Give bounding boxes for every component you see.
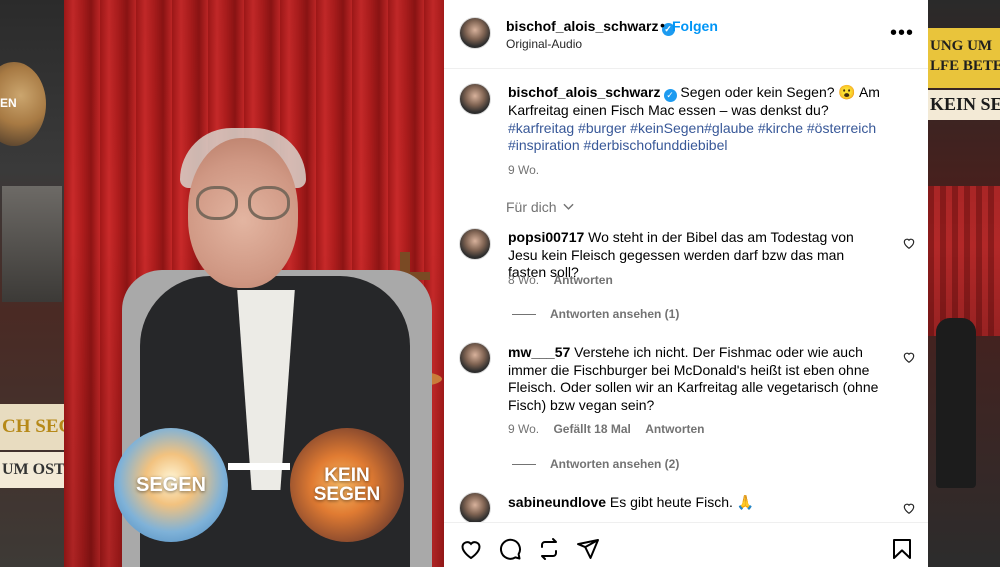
comment-username[interactable]: sabineundlove [508,494,606,510]
background-sticker-text: EN [0,96,17,110]
background-curtain [928,186,1000,336]
view-replies-button[interactable]: Antworten ansehen (1) [512,307,679,321]
verified-badge-icon: ✓ [663,89,677,102]
post-header: bischof_alois_schwarz ✓ • Folgen Original… [444,0,928,69]
comment-like-icon[interactable] [902,350,916,364]
send-icon[interactable] [576,537,600,561]
follow-button[interactable]: Folgen [672,18,718,34]
comment-meta: 9 Wo. Gefällt 18 Mal Antworten [508,422,716,436]
caption-time[interactable]: 9 Wo. [508,163,539,177]
post-caption: bischof_alois_schwarz ✓ Segen oder kein S… [508,84,888,155]
comment-time[interactable]: 8 Wo. [508,273,539,287]
caption-hashtags[interactable]: #karfreitag #burger #keinSegen#glaube #k… [508,120,876,154]
comment-text: Es gibt heute Fisch. 🙏 [609,494,755,510]
comments-scroll-area[interactable]: bischof_alois_schwarz ✓ Segen oder kein S… [444,70,928,522]
comment-like-icon[interactable] [902,236,916,250]
comment-time[interactable]: 9 Wo. [508,422,539,436]
post-detail-panel: bischof_alois_schwarz ✓ • Folgen Original… [444,0,928,567]
repost-icon[interactable] [537,537,561,561]
caption-author-avatar[interactable] [459,83,491,115]
comment-body: mw___57 Verstehe ich nicht. Der Fishmac … [508,344,886,414]
background-thumbnail [2,186,62,302]
comment-icon[interactable] [498,537,522,561]
bookmark-icon[interactable] [890,537,914,561]
segen-sticker: SEGEN [114,428,228,542]
caption-username[interactable]: bischof_alois_schwarz [508,84,661,100]
comment-body: sabineundlove Es gibt heute Fisch. 🙏 [508,494,886,512]
comment-avatar[interactable] [459,492,491,522]
comment-username[interactable]: mw___57 [508,344,570,360]
comment-avatar[interactable] [459,342,491,374]
for-you-sort[interactable]: Für dich [506,199,575,215]
background-banner-subtext: UM OSTE [0,452,64,488]
post-media[interactable]: SEGEN KEIN SEGEN [64,0,444,567]
background-left-thumbnails: EN CH SEG UM OSTE [0,0,64,567]
author-username[interactable]: bischof_alois_schwarz ✓ [506,18,675,36]
comment-like-icon[interactable] [902,501,916,515]
sticker-connector [228,463,290,470]
background-person [936,318,976,488]
heart-icon[interactable] [459,537,483,561]
comment-meta: 8 Wo. Antworten [508,273,624,287]
person-glasses [196,186,290,220]
author-avatar[interactable] [459,17,491,49]
background-right-thumbnails: UNG UMLFE BETEN KEIN SEG [928,0,1000,567]
more-options-icon[interactable]: ••• [890,22,914,45]
background-banner-kein: KEIN SEG [928,90,1000,120]
action-bar [444,522,928,567]
chevron-down-icon [563,203,575,210]
view-replies-button[interactable]: Antworten ansehen (2) [512,457,679,471]
reply-button[interactable]: Antworten [645,422,704,436]
audio-label[interactable]: Original-Audio [506,37,582,51]
background-banner-top: UNG UMLFE BETEN [928,28,1000,88]
comment-username[interactable]: popsi00717 [508,229,584,245]
header-separator: • [660,17,665,33]
reply-button[interactable]: Antworten [553,273,612,287]
background-banner-text: CH SEG [0,404,64,450]
comment-avatar[interactable] [459,228,491,260]
comment-likes[interactable]: Gefällt 18 Mal [553,422,630,436]
kein-segen-sticker: KEIN SEGEN [290,428,404,542]
